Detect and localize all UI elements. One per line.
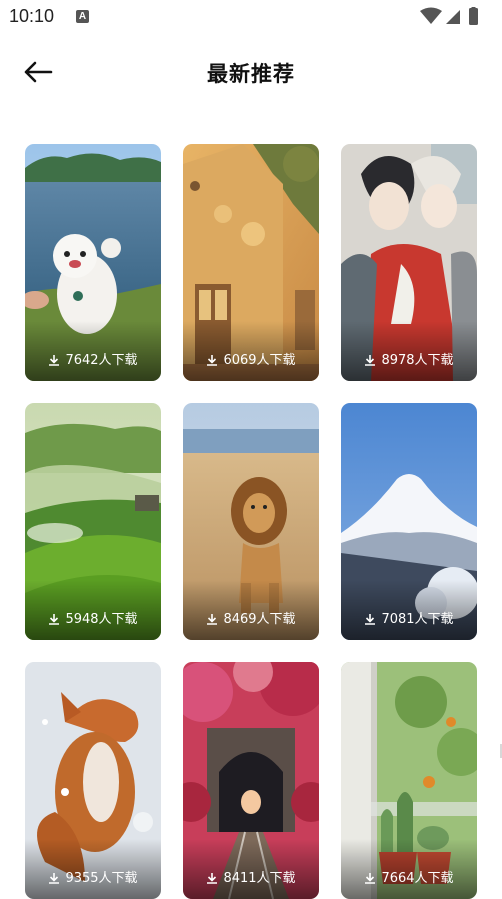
download-count-text: 7642人下载: [65, 353, 138, 368]
download-icon: [365, 614, 376, 625]
download-icon: [207, 873, 218, 884]
wallpaper-card-mountain[interactable]: 7081人下载: [341, 403, 477, 640]
download-count-text: 9355人下载: [65, 871, 138, 886]
download-count: 5948人下载: [25, 608, 161, 627]
download-icon: [49, 614, 60, 625]
download-icon: [207, 614, 218, 625]
download-count-text: 8469人下载: [223, 612, 296, 627]
download-icon: [365, 355, 376, 366]
download-count: 8978人下载: [341, 349, 477, 368]
wallpaper-card-cactus[interactable]: 7664人下载: [341, 662, 477, 899]
wallpaper-card-anime[interactable]: 8978人下载: [341, 144, 477, 381]
download-count: 7664人下载: [341, 867, 477, 886]
download-icon: [49, 355, 60, 366]
download-count-text: 5948人下载: [65, 612, 138, 627]
wallpaper-card-poodle[interactable]: 7642人下载: [25, 144, 161, 381]
download-count: 7642人下载: [25, 349, 161, 368]
download-icon: [49, 873, 60, 884]
wallpaper-card-building[interactable]: 6069人下载: [183, 144, 319, 381]
download-count-text: 6069人下载: [223, 353, 296, 368]
download-count-text: 8978人下载: [381, 353, 454, 368]
download-count: 6069人下载: [183, 349, 319, 368]
download-icon: [207, 355, 218, 366]
download-count: 7081人下载: [341, 608, 477, 627]
download-count: 8469人下载: [183, 608, 319, 627]
wallpaper-card-tunnel[interactable]: 8411人下载: [183, 662, 319, 899]
download-count: 8411人下载: [183, 867, 319, 886]
wallpaper-card-hills[interactable]: 5948人下载: [25, 403, 161, 640]
wallpaper-card-lion[interactable]: 8469人下载: [183, 403, 319, 640]
wallpaper-card-fox[interactable]: 9355人下载: [25, 662, 161, 899]
download-count-text: 7081人下载: [381, 612, 454, 627]
download-count: 9355人下载: [25, 867, 161, 886]
download-count-text: 8411人下载: [223, 871, 296, 886]
wallpaper-grid: 7642人下载 6069人下载 8978人下载 5948人下载 8469人下载 …: [0, 0, 502, 899]
download-icon: [365, 873, 376, 884]
download-count-text: 7664人下载: [381, 871, 454, 886]
